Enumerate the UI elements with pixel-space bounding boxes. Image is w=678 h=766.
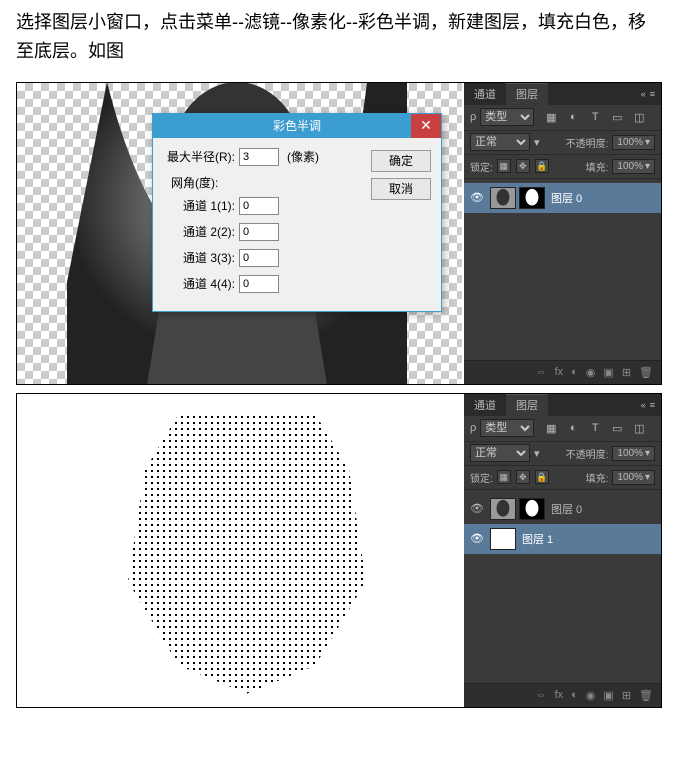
- lock-label: 锁定:: [470, 159, 493, 174]
- channel-3-input[interactable]: [239, 249, 279, 267]
- lock-all-icon-2[interactable]: 🔒: [535, 470, 549, 484]
- channel-1-input[interactable]: [239, 197, 279, 215]
- layer-mask-thumbnail[interactable]: [519, 187, 545, 209]
- filter-smart-icon-2[interactable]: ◫: [632, 421, 646, 435]
- channel-2-input[interactable]: [239, 223, 279, 241]
- layer-row-0[interactable]: 👁 图层 0: [464, 183, 661, 213]
- layer-name-0b: 图层 0: [551, 501, 582, 517]
- layer-kind-select-2[interactable]: 类型: [480, 419, 534, 437]
- layer-thumbnail-0b[interactable]: [490, 498, 516, 520]
- adjustment-icon-2[interactable]: ◉: [586, 689, 596, 702]
- cancel-button[interactable]: 取消: [371, 178, 431, 200]
- fill-value-2[interactable]: 100%▾: [612, 470, 655, 485]
- halftone-result: [17, 394, 462, 707]
- new-layer-icon[interactable]: ⊞: [622, 366, 631, 379]
- layer-thumbnail-1[interactable]: [490, 528, 516, 550]
- dropdown-icon-2: ▾: [534, 447, 540, 460]
- adjustment-icon[interactable]: ◉: [586, 366, 596, 379]
- panel-menu-icon[interactable]: ≡: [650, 89, 655, 99]
- mask-icon-2[interactable]: ◐: [571, 689, 578, 701]
- layer-name-0: 图层 0: [551, 190, 582, 206]
- fx-icon[interactable]: fx: [555, 366, 564, 378]
- dialog-titlebar[interactable]: 彩色半调 ✕: [153, 114, 441, 138]
- layer-row-1[interactable]: 👁 图层 1: [464, 524, 661, 554]
- channel-1-label: 通道 1(1):: [163, 197, 235, 214]
- color-halftone-dialog: 彩色半调 ✕ 最大半径(R): (像素) 网角(度): 通道 1(1): 通道 …: [152, 113, 442, 312]
- layer-mask-thumbnail-0b[interactable]: [519, 498, 545, 520]
- filter-pixel-icon[interactable]: ▦: [544, 110, 558, 124]
- visibility-toggle[interactable]: 👁: [470, 191, 484, 204]
- screenshot-1: 彩色半调 ✕ 最大半径(R): (像素) 网角(度): 通道 1(1): 通道 …: [16, 82, 662, 385]
- layers-panel-2: 通道 图层 « ≡ ρ 类型 ▦ ◐ T ▭ ◫ 正常 ▾ 不透明度: 100%…: [464, 394, 661, 707]
- search-icon: ρ: [470, 111, 476, 123]
- search-icon-2: ρ: [470, 422, 476, 434]
- dialog-title-text: 彩色半调: [273, 117, 321, 134]
- tab-layers-2[interactable]: 图层: [506, 394, 548, 416]
- group-icon[interactable]: ▣: [603, 366, 613, 379]
- link-layers-icon[interactable]: ⇔: [536, 366, 547, 378]
- collapse-icon-2[interactable]: «: [641, 400, 646, 410]
- fill-value[interactable]: 100%▾: [612, 159, 655, 174]
- screenshot-2: 通道 图层 « ≡ ρ 类型 ▦ ◐ T ▭ ◫ 正常 ▾ 不透明度: 100%…: [16, 393, 662, 708]
- opacity-value-2[interactable]: 100%▾: [612, 446, 655, 461]
- channel-2-label: 通道 2(2):: [163, 223, 235, 240]
- pixel-unit: (像素): [287, 148, 319, 165]
- group-icon-2[interactable]: ▣: [603, 689, 613, 702]
- collapse-icon[interactable]: «: [641, 89, 646, 99]
- visibility-toggle-0b[interactable]: 👁: [470, 502, 484, 515]
- ok-button[interactable]: 确定: [371, 150, 431, 172]
- opacity-label: 不透明度:: [566, 135, 609, 150]
- instruction-text: 选择图层小窗口，点击菜单--滤镜--像素化--彩色半调，新建图层，填充白色，移至…: [0, 0, 678, 74]
- blend-mode-select[interactable]: 正常: [470, 133, 530, 151]
- filter-pixel-icon-2[interactable]: ▦: [544, 421, 558, 435]
- tab-channels-2[interactable]: 通道: [464, 394, 506, 416]
- lock-pixels-icon-2[interactable]: ▦: [497, 470, 511, 484]
- fx-icon-2[interactable]: fx: [555, 689, 564, 701]
- max-radius-input[interactable]: [239, 148, 279, 166]
- channel-4-label: 通道 4(4):: [163, 275, 235, 292]
- opacity-label-2: 不透明度:: [566, 446, 609, 461]
- max-radius-label: 最大半径(R):: [163, 148, 235, 165]
- layer-name-1: 图层 1: [522, 531, 553, 547]
- new-layer-icon-2[interactable]: ⊞: [622, 689, 631, 702]
- filter-shape-icon-2[interactable]: ▭: [610, 421, 624, 435]
- blend-mode-select-2[interactable]: 正常: [470, 444, 530, 462]
- panel-menu-icon-2[interactable]: ≡: [650, 400, 655, 410]
- grid-angle-label: 网角(度):: [163, 174, 363, 191]
- dialog-close-button[interactable]: ✕: [411, 114, 441, 138]
- layer-thumbnail[interactable]: [490, 187, 516, 209]
- visibility-toggle-1[interactable]: 👁: [470, 532, 484, 545]
- channel-3-label: 通道 3(3):: [163, 249, 235, 266]
- dropdown-icon: ▾: [534, 136, 540, 149]
- filter-adjust-icon[interactable]: ◐: [566, 110, 580, 124]
- lock-all-icon[interactable]: 🔒: [535, 159, 549, 173]
- link-layers-icon-2[interactable]: ⇔: [536, 689, 547, 701]
- filter-text-icon-2[interactable]: T: [588, 421, 602, 435]
- filter-shape-icon[interactable]: ▭: [610, 110, 624, 124]
- filter-adjust-icon-2[interactable]: ◐: [566, 421, 580, 435]
- lock-label-2: 锁定:: [470, 470, 493, 485]
- lock-pixels-icon[interactable]: ▦: [497, 159, 511, 173]
- tab-channels[interactable]: 通道: [464, 83, 506, 105]
- delete-layer-icon[interactable]: 🗑: [639, 366, 653, 379]
- fill-label: 填充:: [586, 159, 609, 174]
- filter-smart-icon[interactable]: ◫: [632, 110, 646, 124]
- filter-text-icon[interactable]: T: [588, 110, 602, 124]
- lock-position-icon[interactable]: ✥: [516, 159, 530, 173]
- channel-4-input[interactable]: [239, 275, 279, 293]
- mask-icon[interactable]: ◐: [571, 366, 578, 378]
- layers-panel-1: 通道 图层 « ≡ ρ 类型 ▦ ◐ T ▭ ◫ 正常 ▾ 不透明度: 100%…: [464, 83, 661, 384]
- lock-position-icon-2[interactable]: ✥: [516, 470, 530, 484]
- layer-row-0-b[interactable]: 👁 图层 0: [464, 494, 661, 524]
- layer-kind-select[interactable]: 类型: [480, 108, 534, 126]
- tab-layers[interactable]: 图层: [506, 83, 548, 105]
- delete-layer-icon-2[interactable]: 🗑: [639, 689, 653, 702]
- fill-label-2: 填充:: [586, 470, 609, 485]
- canvas-area-2: [17, 394, 462, 707]
- opacity-value[interactable]: 100%▾: [612, 135, 655, 150]
